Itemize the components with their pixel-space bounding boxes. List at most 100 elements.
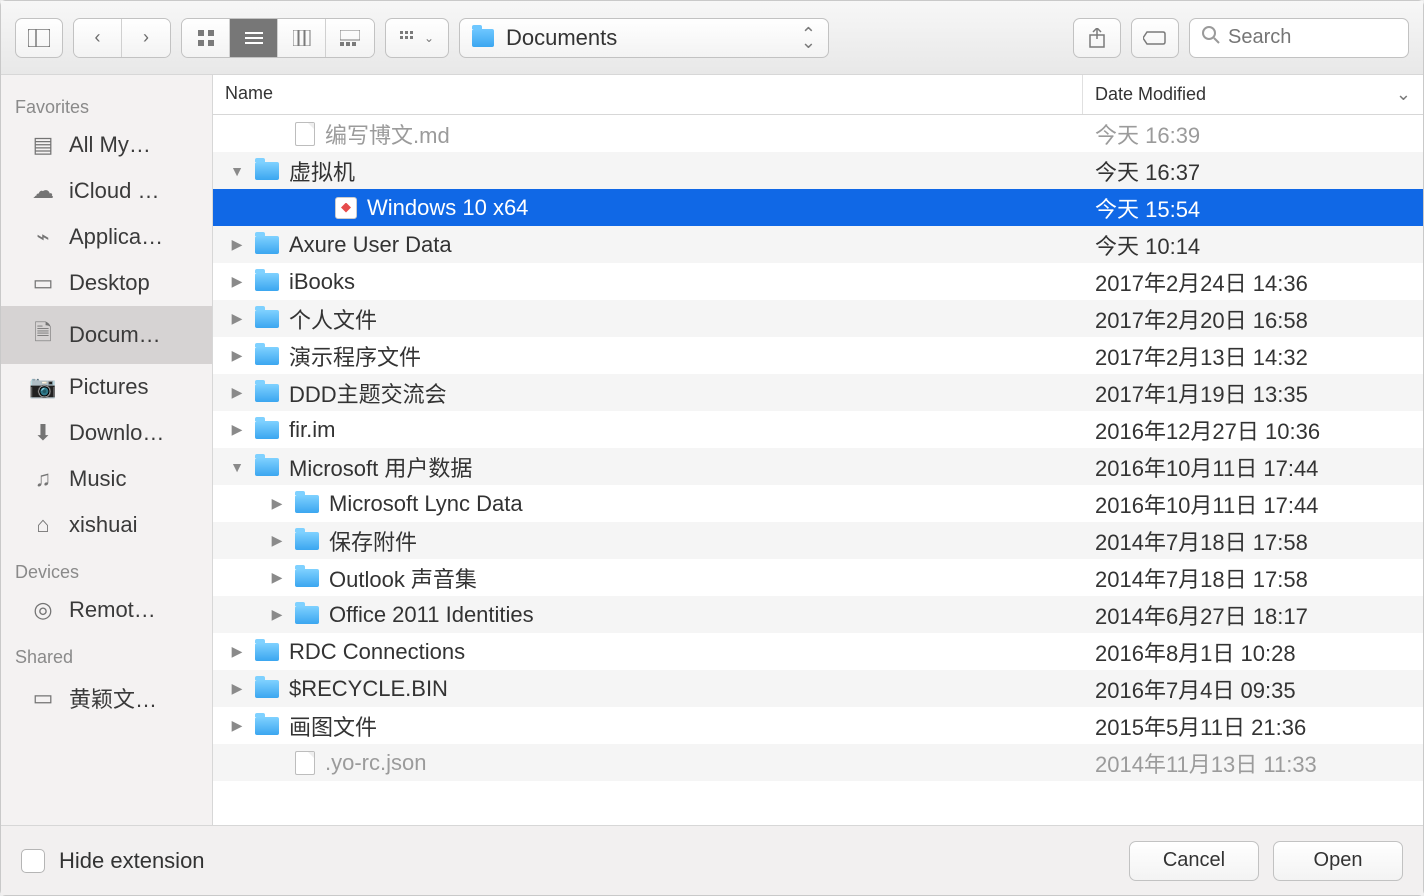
desktop-icon: ▭ bbox=[29, 270, 57, 296]
disclosure-triangle[interactable]: ▶ bbox=[269, 495, 285, 512]
sidebar-section-header: Shared bbox=[1, 633, 212, 672]
sidebar-toggle-button[interactable] bbox=[15, 18, 63, 58]
disclosure-triangle[interactable]: ▶ bbox=[269, 606, 285, 623]
file-name: 演示程序文件 bbox=[289, 340, 421, 372]
table-row[interactable]: ▼虚拟机今天 16:37 bbox=[213, 152, 1423, 189]
table-row[interactable]: ▶iBooks2017年2月24日 14:36 bbox=[213, 263, 1423, 300]
file-name: Microsoft 用户数据 bbox=[289, 451, 472, 483]
disclosure-triangle[interactable]: ▶ bbox=[229, 643, 245, 660]
table-row[interactable]: ▶RDC Connections2016年8月1日 10:28 bbox=[213, 633, 1423, 670]
table-row[interactable]: ▶ $RECYCLE.BIN 2016年7月4日 09:35 bbox=[213, 670, 1423, 707]
search-input[interactable] bbox=[1228, 26, 1396, 49]
table-row[interactable]: ▶ fir.im 2016年12月27日 10:36 bbox=[213, 411, 1423, 448]
sidebar-item-label: xishuai bbox=[69, 512, 137, 538]
hide-extension-checkbox[interactable] bbox=[21, 849, 45, 873]
path-label: Documents bbox=[506, 25, 617, 51]
sidebar-item[interactable]: ◎Remot… bbox=[1, 587, 212, 633]
all-files-icon: ▤ bbox=[29, 132, 57, 158]
cancel-button[interactable]: Cancel bbox=[1129, 841, 1259, 881]
table-row[interactable]: ▶Outlook 声音集2014年7月18日 17:58 bbox=[213, 559, 1423, 596]
file-name: DDD主题交流会 bbox=[289, 377, 447, 409]
table-row[interactable]: ▶画图文件2015年5月11日 21:36 bbox=[213, 707, 1423, 744]
disclosure-triangle[interactable]: ▶ bbox=[269, 569, 285, 586]
file-name: 个人文件 bbox=[289, 303, 377, 335]
sidebar-item[interactable]: 📷Pictures bbox=[1, 364, 212, 410]
folder-icon bbox=[255, 458, 279, 476]
disclosure-triangle[interactable]: ▶ bbox=[229, 310, 245, 327]
file-date: 今天 16:37 bbox=[1083, 155, 1423, 187]
folder-icon bbox=[295, 569, 319, 587]
apps-icon: ⌁ bbox=[29, 224, 57, 250]
tags-button[interactable] bbox=[1131, 18, 1179, 58]
sidebar-item[interactable]: 🗎Docum… bbox=[1, 306, 212, 364]
open-button[interactable]: Open bbox=[1273, 841, 1403, 881]
arrange-icon bbox=[400, 31, 420, 45]
sidebar-item[interactable]: ⬇Downlo… bbox=[1, 410, 212, 456]
file-date: 2014年7月18日 17:58 bbox=[1083, 525, 1423, 557]
disclosure-triangle[interactable]: ▶ bbox=[229, 347, 245, 364]
downloads-icon: ⬇ bbox=[29, 420, 57, 446]
folder-icon bbox=[255, 162, 279, 180]
table-row[interactable]: ▼ Microsoft 用户数据 2016年10月11日 17:44 bbox=[213, 448, 1423, 485]
table-row[interactable]: 编写博文.md 今天 16:39 bbox=[213, 115, 1423, 152]
table-row[interactable]: ▶Office 2011 Identities2014年6月27日 18:17 bbox=[213, 596, 1423, 633]
disclosure-triangle[interactable]: ▼ bbox=[229, 163, 245, 179]
gallery-view-button[interactable] bbox=[326, 19, 374, 57]
forward-button[interactable]: › bbox=[122, 19, 170, 57]
file-name: $RECYCLE.BIN bbox=[289, 676, 448, 702]
file-name: fir.im bbox=[289, 417, 335, 443]
disclosure-triangle[interactable]: ▶ bbox=[229, 384, 245, 401]
folder-icon bbox=[295, 606, 319, 624]
disclosure-triangle[interactable]: ▶ bbox=[229, 273, 245, 290]
updown-icon: ⌃⌄ bbox=[801, 30, 816, 46]
file-date: 2014年7月18日 17:58 bbox=[1083, 562, 1423, 594]
column-view-button[interactable] bbox=[278, 19, 326, 57]
table-row[interactable]: ▶DDD主题交流会2017年1月19日 13:35 bbox=[213, 374, 1423, 411]
disclosure-triangle[interactable]: ▼ bbox=[229, 459, 245, 475]
disclosure-triangle[interactable]: ▶ bbox=[229, 421, 245, 438]
file-date: 2017年2月20日 16:58 bbox=[1083, 303, 1423, 335]
disclosure-triangle[interactable]: ▶ bbox=[229, 717, 245, 734]
table-row[interactable]: ▶保存附件2014年7月18日 17:58 bbox=[213, 522, 1423, 559]
disclosure-triangle[interactable]: ▶ bbox=[269, 532, 285, 549]
folder-icon bbox=[255, 347, 279, 365]
arrange-button[interactable]: ⌄ bbox=[385, 18, 449, 58]
folder-icon bbox=[255, 421, 279, 439]
file-date: 2015年5月11日 21:36 bbox=[1083, 710, 1423, 742]
file-list[interactable]: 编写博文.md 今天 16:39▼虚拟机今天 16:37Windows 10 x6… bbox=[213, 115, 1423, 825]
file-name: 编写博文.md bbox=[325, 118, 450, 150]
share-button[interactable] bbox=[1073, 18, 1121, 58]
file-name: iBooks bbox=[289, 269, 355, 295]
file-date: 今天 16:39 bbox=[1083, 118, 1423, 150]
sidebar-item[interactable]: ⌂ xishuai bbox=[1, 502, 212, 548]
footer: Hide extension Cancel Open bbox=[1, 825, 1423, 895]
column-name[interactable]: Name bbox=[213, 75, 1083, 114]
path-dropdown[interactable]: Documents ⌃⌄ bbox=[459, 18, 829, 58]
back-button[interactable]: ‹ bbox=[74, 19, 122, 57]
file-date: 2016年10月11日 17:44 bbox=[1083, 451, 1423, 483]
sidebar-item[interactable]: ▭黄颖文… bbox=[1, 672, 212, 724]
sidebar-item[interactable]: ♫Music bbox=[1, 456, 212, 502]
table-row[interactable]: ▶ 个人文件 2017年2月20日 16:58 bbox=[213, 300, 1423, 337]
icon-view-button[interactable] bbox=[182, 19, 230, 57]
file-date: 2016年12月27日 10:36 bbox=[1083, 414, 1423, 446]
column-date[interactable]: Date Modified ⌄ bbox=[1083, 75, 1423, 114]
chevron-down-icon: ⌄ bbox=[1396, 84, 1411, 105]
disclosure-triangle[interactable]: ▶ bbox=[229, 236, 245, 253]
search-field[interactable] bbox=[1189, 18, 1409, 58]
disclosure-triangle[interactable]: ▶ bbox=[229, 680, 245, 697]
sidebar-item[interactable]: ⌁Applica… bbox=[1, 214, 212, 260]
table-row[interactable]: .yo-rc.json2014年11月13日 11:33 bbox=[213, 744, 1423, 781]
table-row[interactable]: Windows 10 x64今天 15:54 bbox=[213, 189, 1423, 226]
sidebar-item[interactable]: ▭Desktop bbox=[1, 260, 212, 306]
music-icon: ♫ bbox=[29, 466, 57, 492]
table-row[interactable]: ▶演示程序文件2017年2月13日 14:32 bbox=[213, 337, 1423, 374]
table-row[interactable]: ▶Axure User Data今天 10:14 bbox=[213, 226, 1423, 263]
table-row[interactable]: ▶Microsoft Lync Data2016年10月11日 17:44 bbox=[213, 485, 1423, 522]
sidebar-item[interactable]: ☁iCloud … bbox=[1, 168, 212, 214]
file-name: .yo-rc.json bbox=[325, 750, 426, 776]
file-date: 2016年7月4日 09:35 bbox=[1083, 673, 1423, 705]
home-icon: ⌂ bbox=[29, 512, 57, 538]
sidebar-item[interactable]: ▤All My… bbox=[1, 122, 212, 168]
list-view-button[interactable] bbox=[230, 19, 278, 57]
